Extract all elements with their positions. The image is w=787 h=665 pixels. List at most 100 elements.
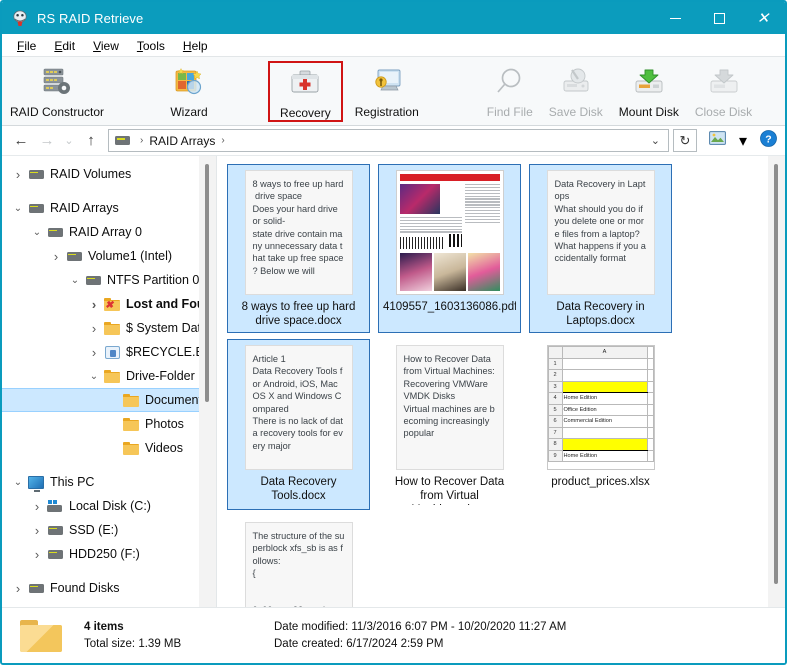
toolbar-recovery[interactable]: Recovery [268, 61, 343, 122]
tree-item-ntfs-partition-0[interactable]: ⌄ NTFS Partition 0 [2, 268, 199, 292]
document-thumbnail: Data Recovery in Laptops What should you … [546, 170, 655, 295]
tree-item-label: Drive-Folder [126, 369, 195, 383]
back-button[interactable]: ← [8, 129, 34, 153]
tree-item-icon [45, 500, 65, 512]
address-input[interactable]: › RAID Arrays › ⌄ [108, 129, 669, 152]
toolbar-mount-disk[interactable]: Mount Disk [611, 60, 687, 121]
address-dropdown-icon[interactable]: ⌄ [645, 134, 666, 147]
tree-scrollbar-thumb[interactable] [205, 164, 209, 402]
chevron-right-icon[interactable]: › [29, 523, 45, 538]
chevron-right-icon[interactable]: › [86, 321, 102, 336]
chevron-right-icon[interactable]: › [86, 297, 102, 312]
chevron-down-icon[interactable]: ⌄ [67, 275, 83, 286]
menu-tools[interactable]: Tools [128, 37, 174, 54]
folder-icon [123, 393, 139, 407]
back-icon: ← [13, 132, 29, 149]
drive-icon [85, 275, 101, 285]
tree-item-photos[interactable]: Photos [2, 412, 199, 436]
save-disk-icon [559, 64, 593, 100]
spreadsheet-row-number: 5 [547, 403, 563, 416]
maximize-button[interactable] [697, 2, 741, 34]
menu-view[interactable]: View [84, 37, 128, 54]
tree-item-ssd-e[interactable]: › SSD (E:) [2, 518, 199, 542]
tree-item-label: Lost and Found [126, 297, 199, 311]
tree-item-hdd250-f[interactable]: › HDD250 (F:) [2, 542, 199, 566]
menu-help-accel: H [182, 38, 192, 53]
menu-help[interactable]: Help [174, 37, 217, 54]
tree-item-found-disks[interactable]: › Found Disks [2, 576, 199, 600]
tree-item-system-data[interactable]: › $ System Data [2, 316, 199, 340]
file-tile[interactable]: The structure of the superblock xfs_sb i… [227, 516, 370, 607]
file-tile[interactable]: 4109557_1603136086.pdf [378, 164, 521, 333]
tree-item-label: Videos [145, 441, 183, 455]
tree-scrollbar[interactable] [199, 156, 216, 607]
tree-item-label: HDD250 (F:) [69, 547, 140, 561]
toolbar-close-disk[interactable]: Close Disk [687, 60, 760, 121]
tree-item-lost-and-found[interactable]: ›✖ Lost and Found [2, 292, 199, 316]
file-scrollbar[interactable] [768, 156, 785, 607]
chevron-right-icon[interactable]: › [29, 547, 45, 562]
file-tile[interactable]: How to Recover Data from Virtual Machine… [378, 339, 521, 510]
first-aid-kit-icon [288, 65, 322, 101]
tree-item-recycle-bin[interactable]: › $RECYCLE.BIN [2, 340, 199, 364]
chevron-down-icon[interactable]: ⌄ [86, 371, 102, 382]
toolbar-registration-label: Registration [354, 105, 419, 119]
spreadsheet-thumbnail: A 1 2 3 4 Home Edition 5 Office Edition 6 Commerc… [546, 345, 655, 470]
tree-item-volume1-intel[interactable]: › Volume1 (Intel) [2, 244, 199, 268]
file-tile[interactable]: Article 1 Data Recovery Tools for Android… [227, 339, 370, 510]
tree-item-local-disk-c[interactable]: › Local Disk (C:) [2, 494, 199, 518]
breadcrumb-separator-0: › [140, 135, 144, 146]
view-mode-dropdown[interactable]: ▾ [731, 130, 755, 152]
toolbar-save-disk[interactable]: Save Disk [541, 60, 611, 121]
refresh-button[interactable]: ↻ [673, 129, 697, 152]
toolbar-find-file[interactable]: Find File [479, 60, 541, 121]
tree-item-this-pc[interactable]: ⌄ This PC [2, 470, 199, 494]
breadcrumb-raid-arrays[interactable]: RAID Arrays [149, 134, 215, 148]
close-button[interactable]: ✕ [741, 2, 785, 34]
chevron-right-icon[interactable]: › [10, 167, 26, 182]
chevron-right-icon[interactable]: › [86, 345, 102, 360]
recent-locations-button[interactable]: ⌄ [60, 129, 78, 153]
tree-item-raid-arrays[interactable]: ⌄ RAID Arrays [2, 196, 199, 220]
menu-edit[interactable]: Edit [45, 37, 84, 54]
tree-item-label: $ System Data [126, 321, 199, 335]
minimize-button[interactable] [653, 2, 697, 34]
menu-file[interactable]: File [8, 37, 45, 54]
chevron-down-icon[interactable]: ⌄ [10, 203, 26, 214]
tree-item-label: SSD (E:) [69, 523, 119, 537]
forward-icon: → [39, 132, 55, 149]
up-button[interactable]: ↑ [78, 129, 104, 153]
tree-item-raid-array-0[interactable]: ⌄ RAID Array 0 [2, 220, 199, 244]
chevron-right-icon[interactable]: › [29, 499, 45, 514]
menu-help-label: elp [191, 38, 208, 53]
registration-key-icon [370, 64, 404, 100]
tree-item-videos[interactable]: Videos [2, 436, 199, 460]
chevron-right-icon[interactable]: › [48, 249, 64, 264]
toolbar-wizard[interactable]: Wizard [158, 60, 220, 121]
toolbar-registration[interactable]: Registration [347, 60, 427, 121]
chevron-down-icon[interactable]: ⌄ [10, 477, 26, 488]
chevron-right-icon[interactable]: › [10, 581, 26, 596]
view-mode-button[interactable] [705, 130, 729, 152]
tree-item-drive-folder[interactable]: ⌄ Drive-Folder [2, 364, 199, 388]
file-scrollbar-thumb[interactable] [774, 164, 778, 584]
file-tile[interactable]: Data Recovery in Laptops What should you … [529, 164, 672, 333]
spreadsheet-cell [561, 369, 648, 382]
tree-item-icon [121, 441, 141, 455]
toolbar-raid-constructor[interactable]: RAID Constructor [2, 60, 112, 121]
drive-icon [66, 251, 82, 261]
drive-icon [115, 136, 130, 145]
tree-item-icon [26, 169, 46, 179]
forward-button[interactable]: → [34, 129, 60, 153]
chevron-down-icon[interactable]: ⌄ [29, 227, 45, 238]
file-tile[interactable]: A 1 2 3 4 Home Edition 5 Office Edition 6 Commerc… [529, 339, 672, 510]
tree-item-documents[interactable]: Documents [2, 388, 199, 412]
status-item-count: 4 items [84, 621, 124, 633]
tree-item-label: Found Disks [50, 581, 120, 595]
file-tile[interactable]: 8 ways to free up hard drive space Does y… [227, 164, 370, 333]
help-button[interactable]: ? [757, 129, 779, 152]
tree-item-label: This PC [50, 475, 95, 489]
tree-item-raid-volumes[interactable]: › RAID Volumes [2, 162, 199, 186]
